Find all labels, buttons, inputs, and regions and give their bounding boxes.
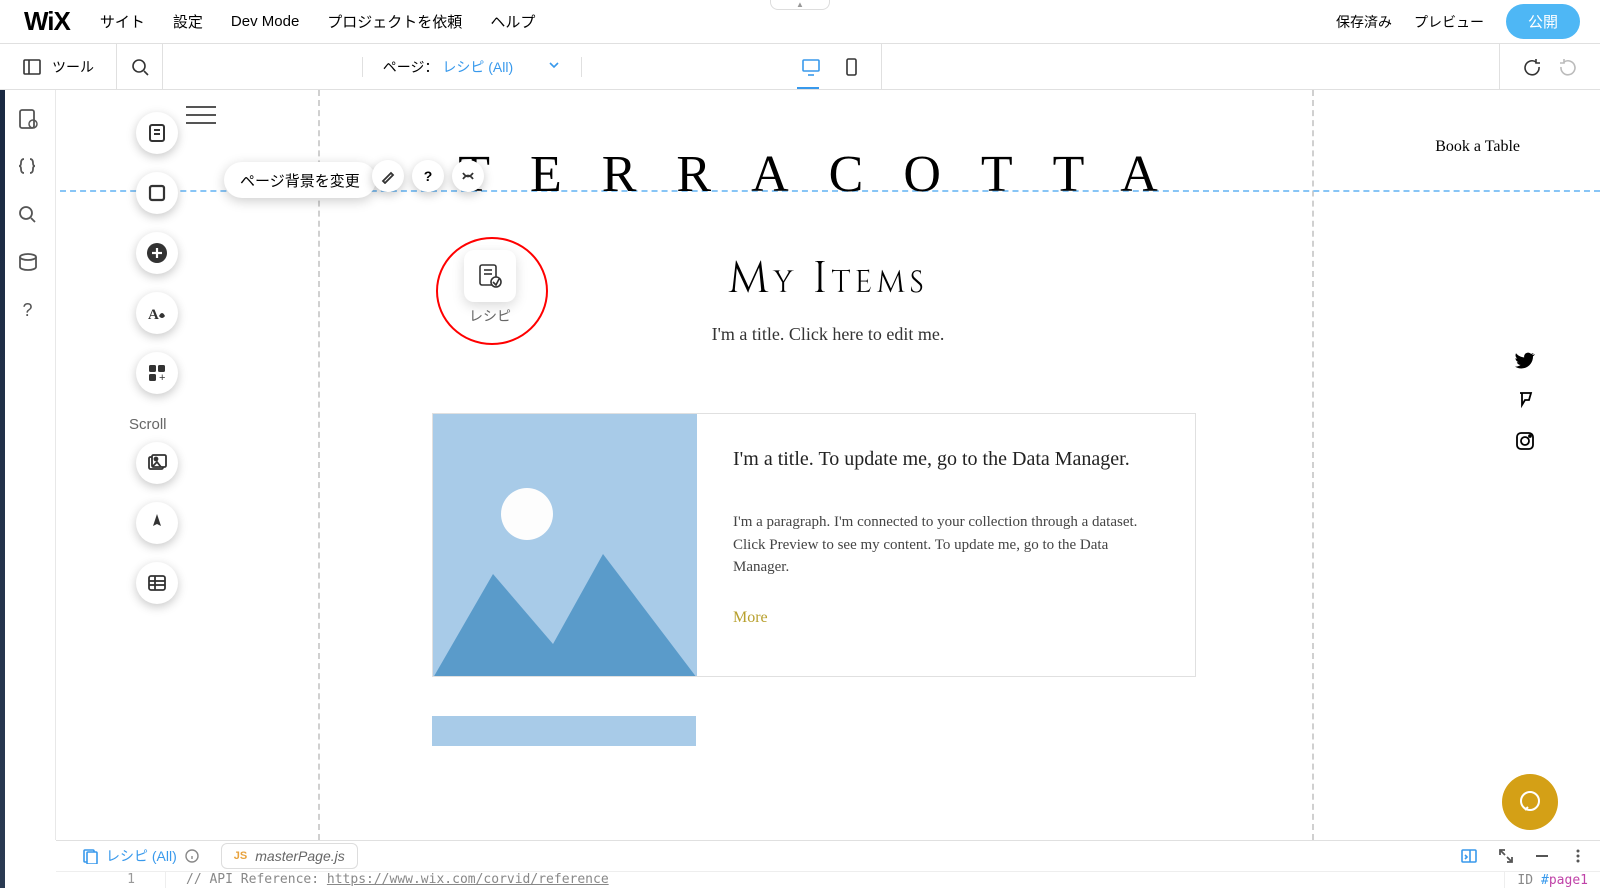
minimize-icon[interactable] <box>1534 848 1550 864</box>
item-card-2-peek <box>432 716 696 746</box>
tools-button[interactable]: ツール <box>0 44 117 89</box>
svg-text:A: A <box>148 307 159 323</box>
animation-icon[interactable] <box>452 160 484 192</box>
card-more-link[interactable]: More <box>733 609 1159 627</box>
top-menu-bar: ▲ WiX サイト 設定 Dev Mode プロジェクトを依頼 ヘルプ 保存済み… <box>0 0 1600 44</box>
code-tab-master[interactable]: JS masterPage.js <box>221 843 358 869</box>
tool-bar: ツール ページ： レシピ (All) <box>0 44 1600 90</box>
book-table-link[interactable]: Book a Table <box>1435 138 1520 156</box>
theme-panel-button[interactable]: A <box>136 292 178 334</box>
wix-logo[interactable]: WiX <box>24 6 70 37</box>
code-content[interactable]: // API Reference: https://www.wix.com/co… <box>166 872 609 888</box>
item-card[interactable]: I'm a title. To update me, go to the Dat… <box>432 413 1196 677</box>
code-panel: レシピ (All) JS masterPage.js 1 // API Refe… <box>56 840 1600 888</box>
panel-icon <box>22 57 42 77</box>
search-rail-icon[interactable] <box>17 204 39 226</box>
data-panel-button[interactable] <box>136 562 178 604</box>
expand-tab[interactable]: ▲ <box>770 0 830 10</box>
page-label: ページ： <box>383 59 439 75</box>
pages-panel-button[interactable] <box>136 112 178 154</box>
editor-canvas[interactable]: TERRACOTTA Book a Table My Items I'm a t… <box>56 90 1600 840</box>
menu-hire[interactable]: プロジェクトを依頼 <box>327 11 462 32</box>
card-paragraph[interactable]: I'm a paragraph. I'm connected to your c… <box>733 511 1159 579</box>
background-panel-button[interactable] <box>136 172 178 214</box>
redo-icon[interactable] <box>1558 57 1578 77</box>
search-button[interactable] <box>117 44 163 89</box>
instagram-icon[interactable] <box>1514 430 1536 452</box>
change-bg-button[interactable]: ページ背景を変更 <box>224 162 376 198</box>
help-bubble-icon[interactable]: ? <box>412 160 444 192</box>
help-rail-icon[interactable]: ? <box>22 300 32 321</box>
chat-button[interactable] <box>1502 774 1558 830</box>
mobile-icon[interactable] <box>841 57 861 77</box>
code-tab-page[interactable]: レシピ (All) <box>70 842 211 870</box>
page-name: レシピ (All) <box>442 59 513 75</box>
menu-site[interactable]: サイト <box>100 11 145 32</box>
add-panel-button[interactable] <box>136 232 178 274</box>
page-code-icon[interactable] <box>17 108 39 130</box>
highlight-circle <box>436 237 548 345</box>
line-number: 1 <box>56 872 166 888</box>
menu-dev-mode[interactable]: Dev Mode <box>231 13 299 30</box>
scroll-label: Scroll <box>129 416 167 433</box>
desktop-icon[interactable] <box>801 57 821 77</box>
card-title[interactable]: I'm a title. To update me, go to the Dat… <box>733 448 1159 471</box>
image-placeholder-icon <box>433 414 697 676</box>
subtitle-text[interactable]: I'm a title. Click here to edit me. <box>56 324 1600 345</box>
page-selector[interactable]: ページ： レシピ (All) <box>362 57 582 77</box>
database-icon[interactable] <box>17 252 39 274</box>
saved-status: 保存済み <box>1336 12 1392 32</box>
heading-my-items[interactable]: My Items <box>56 250 1600 309</box>
apps-panel-button[interactable]: + <box>136 352 178 394</box>
menu-settings[interactable]: 設定 <box>173 11 203 32</box>
undo-icon[interactable] <box>1522 57 1542 77</box>
hamburger-menu[interactable] <box>186 100 216 130</box>
twitter-icon[interactable] <box>1514 350 1536 372</box>
element-id-chip[interactable]: ID #page1 <box>1504 872 1600 888</box>
expand-icon[interactable] <box>1498 848 1514 864</box>
card-image-placeholder <box>433 414 697 676</box>
braces-icon[interactable] <box>17 156 39 178</box>
left-rail: ? <box>0 90 56 840</box>
more-vert-icon[interactable] <box>1570 848 1586 864</box>
page-file-icon <box>82 848 98 864</box>
tools-label: ツール <box>52 57 94 77</box>
design-icon[interactable] <box>372 160 404 192</box>
properties-icon[interactable] <box>1460 847 1478 865</box>
publish-button[interactable]: 公開 <box>1506 4 1580 39</box>
blog-panel-button[interactable] <box>136 502 178 544</box>
preview-button[interactable]: プレビュー <box>1414 12 1484 32</box>
foursquare-icon[interactable] <box>1514 390 1536 412</box>
chat-icon <box>1516 788 1544 816</box>
media-panel-button[interactable] <box>136 442 178 484</box>
menu-help[interactable]: ヘルプ <box>490 11 535 32</box>
search-icon <box>130 57 150 77</box>
info-icon[interactable] <box>185 849 199 863</box>
svg-text:+: + <box>159 372 165 384</box>
chevron-down-icon <box>547 57 561 77</box>
